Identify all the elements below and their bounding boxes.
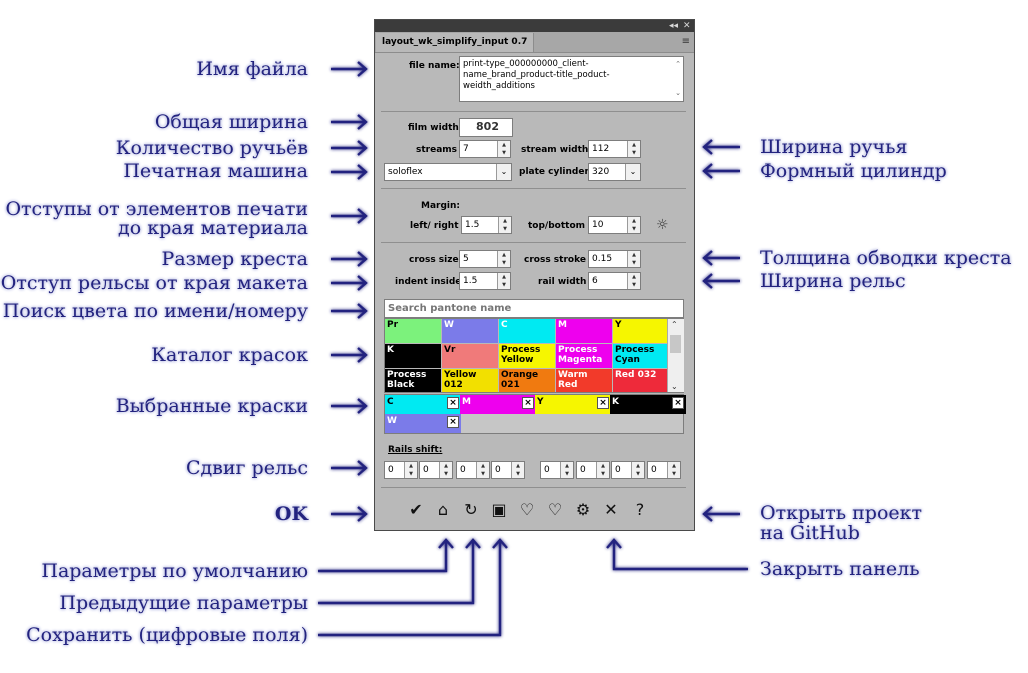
annotation-ink-catalog: Каталог красок — [151, 344, 308, 366]
annotation-rail-shift: Сдвиг рельс — [185, 457, 308, 479]
arrow-left — [702, 163, 740, 179]
annotation-press: Печатная машина — [123, 160, 308, 182]
arrow-left — [702, 273, 740, 289]
annotation-margins-2: до края материала — [118, 217, 308, 239]
annotation-total-width: Общая ширина — [154, 111, 308, 133]
annotation-stream-width: Ширина ручья — [760, 136, 908, 158]
arrow-right — [331, 275, 368, 291]
arrow-right — [331, 140, 368, 156]
annotation-close-panel: Закрыть панель — [760, 558, 920, 580]
annotation-selected-inks: Выбранные краски — [115, 395, 308, 417]
arrow-up — [606, 538, 748, 571]
arrow-right — [331, 460, 368, 476]
annotation-file-name: Имя файла — [196, 58, 308, 80]
annotation-github-1: Открыть проект — [760, 502, 923, 524]
annotation-save: Сохранить (цифровые поля) — [26, 624, 308, 646]
arrow-right — [331, 61, 368, 77]
annotation-cross-stroke: Толщина обводки креста — [760, 247, 1012, 269]
annotation-rail-width: Ширина рельс — [760, 270, 906, 292]
arrow-right — [331, 114, 368, 130]
arrow-left — [702, 506, 740, 522]
annotation-github-2: на GitHub — [760, 522, 860, 544]
annotation-rail-indent: Отступ рельсы от края макета — [0, 272, 308, 294]
arrow-right — [331, 208, 368, 224]
annotation-color-search: Поиск цвета по имени/номеру — [2, 300, 308, 322]
annotation-plate-cylinder: Формный цилиндр — [760, 160, 947, 182]
annotation-streams-count: Количество ручьёв — [115, 137, 308, 159]
annotation-defaults: Параметры по умолчанию — [41, 560, 308, 582]
arrow-left — [702, 250, 740, 266]
arrow-left — [702, 139, 740, 155]
arrow-up — [318, 538, 454, 573]
arrow-right — [331, 303, 368, 319]
annotation-ok: OK — [274, 503, 308, 525]
arrow-right — [331, 251, 368, 267]
arrow-right — [331, 506, 368, 522]
arrow-right — [331, 347, 368, 363]
arrow-up — [318, 538, 508, 637]
annotation-cross-size: Размер креста — [161, 248, 308, 270]
arrow-right — [331, 398, 368, 414]
annotation-previous: Предыдущие параметры — [59, 592, 308, 614]
arrow-right — [331, 164, 368, 180]
